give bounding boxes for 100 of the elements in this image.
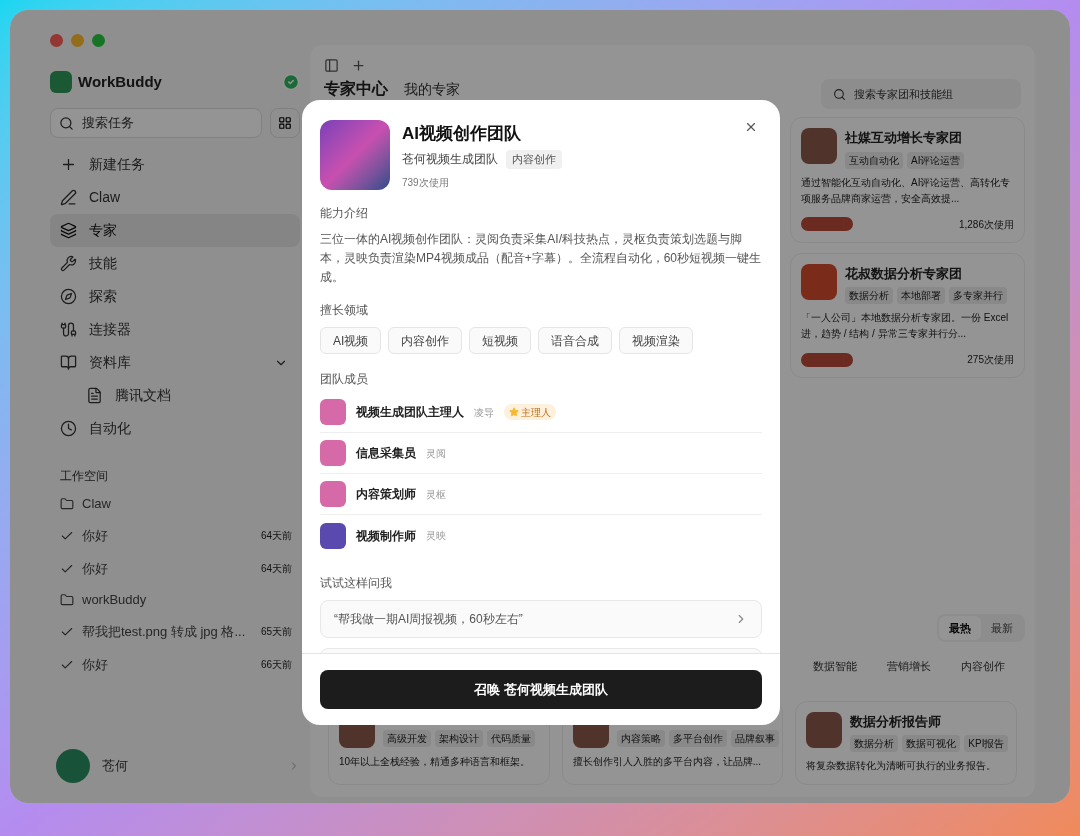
member-alias: 灵映 (426, 529, 446, 543)
member-avatar (320, 481, 346, 507)
tag: 架构设计 (435, 729, 483, 747)
tag: 高级开发 (383, 729, 431, 747)
user-name: 苍何 (102, 757, 129, 776)
domain-tag: 语音合成 (538, 327, 613, 354)
task-item[interactable]: 你好 64天前 (50, 519, 300, 552)
domain-tag: 视频渲染 (619, 327, 694, 354)
expert-title: 花叔数据分析专家团 (845, 264, 963, 283)
expert-description: 将复杂数据转化为清晰可执行的业务报告。 (806, 759, 998, 773)
nav-item[interactable]: 资料库 (50, 346, 300, 379)
page-title: 专家中心 (324, 79, 388, 99)
tag: 本地部署 (897, 287, 945, 304)
expert-description: 10年以上全栈经验，精通多种语言和框架。 (339, 754, 532, 769)
star-icon (509, 407, 519, 417)
search-icon (59, 115, 74, 131)
domain-tag: AI视频 (320, 327, 382, 354)
nav-item[interactable]: 新建任务 (50, 148, 300, 181)
plus-icon (60, 156, 77, 173)
sort-tab[interactable]: 最新 (981, 616, 1023, 640)
expert-card[interactable]: 社媒互动增长专家团 互动自动化 AI评论运营 通过智能化互动自动化、AI评论运营、高转化专项服务品牌商家运营，安全高效提... 1,286次使用 (790, 117, 1025, 243)
user-avatar (56, 749, 90, 783)
task-item[interactable]: 你好 64天前 (50, 552, 300, 585)
compass-icon (60, 288, 77, 305)
nav-item[interactable]: 自动化 (50, 412, 300, 445)
tag: 数据可视化 (902, 735, 961, 752)
category-tab[interactable]: 营销增长 (887, 658, 931, 675)
expert-title: 社媒互动增长专家团 (845, 129, 963, 147)
tag: 互动自动化 (845, 151, 903, 169)
tag: 数据分析 (850, 735, 899, 752)
domain-tag: 短视频 (469, 327, 532, 354)
tag: 多专家并行 (949, 287, 1007, 304)
member-alias: 凌导 (474, 405, 494, 420)
folder-icon (60, 593, 74, 607)
category-tab[interactable]: 内容创作 (961, 658, 1005, 675)
clock-icon (60, 420, 77, 437)
member-avatar (320, 440, 346, 466)
expert-description: 通过智能化互动自动化、AI评论运营、高转化专项服务品牌商家运营，安全高效提... (801, 175, 1012, 206)
my-experts-tab[interactable]: 我的专家 (404, 79, 460, 99)
pen-icon (60, 189, 77, 206)
task-time: 66天前 (260, 658, 292, 672)
grid-icon (278, 116, 292, 130)
team-description: 三位一体的AI视频创作团队：灵阅负责采集AI/科技热点，灵枢负责策划选题与脚本，灵映负责渲染MP4视频成品（配音+字幕）。全流程自动化，60秒短视频一键生成。 (320, 231, 762, 286)
nav-item[interactable]: 腾讯文档 (50, 379, 300, 412)
summon-team-button[interactable]: 召唤 苍何视频生成团队 (320, 670, 762, 709)
nav-item[interactable]: 探索 (50, 280, 300, 313)
member-alias: 灵阅 (426, 446, 446, 461)
tag: 品牌叙事 (730, 729, 779, 747)
close-window-button[interactable] (50, 33, 63, 47)
expert-description: 擅长创作引人入胜的多平台内容，让品牌... (572, 754, 762, 769)
team-title: AI视频创作团队 (402, 123, 522, 145)
search-icon (833, 87, 846, 101)
section-heading: 团队成员 (320, 371, 369, 388)
search-field[interactable]: 搜索专家团和技能组 (821, 79, 1021, 109)
expert-description: 「一人公司」本地数据分析专家团。一份 Excel 进，趋势 / 结构 / 异常三专家并行分... (801, 311, 1010, 341)
member-avatar (320, 522, 346, 549)
close-icon[interactable] (744, 120, 758, 134)
usage-count: 275次使用 (967, 353, 1014, 367)
section-heading: 擅长领域 (320, 302, 369, 319)
sort-tab[interactable]: 最热 (939, 616, 981, 640)
document-icon (86, 387, 103, 404)
section-heading: 试试这样问我 (320, 575, 393, 592)
layers-icon (60, 222, 77, 239)
tag: 数据分析 (845, 287, 893, 304)
section-heading: 能力介绍 (320, 205, 369, 222)
tag: 内容策略 (616, 729, 665, 747)
nav-item[interactable]: 技能 (50, 247, 300, 280)
tag: 代码质量 (487, 729, 535, 747)
tag: 多平台创作 (668, 729, 727, 747)
tag: AI评论运营 (907, 151, 965, 169)
expert-card[interactable]: 花叔数据分析专家团 数据分析 本地部署 多专家并行 「一人公司」本地数据分析专家团。一份 Excel 进，趋势 / 结构 / 异常三专家并行分... 275次使用 (790, 252, 1025, 378)
prompt-suggestion[interactable]: “帮我做一期AI周报视频，60秒左右” (320, 600, 762, 638)
section-heading: 工作空间 (59, 468, 109, 485)
grid-view-button[interactable] (270, 108, 300, 138)
wrench-icon (60, 255, 77, 272)
member-name: 视频制作师 (356, 527, 416, 545)
tag: KPI报告 (964, 735, 1009, 752)
nav-item[interactable]: 专家 (50, 214, 300, 247)
member-avatar (320, 399, 346, 425)
search-field[interactable]: 搜索任务 (50, 108, 262, 138)
category-tab[interactable]: 数据智能 (813, 658, 857, 675)
member-alias: 灵枢 (426, 487, 446, 502)
plus-icon[interactable] (351, 57, 366, 73)
task-item[interactable]: 帮我把test.png 转成 jpg 格... 65天前 (50, 615, 300, 648)
usage-count: 1,286次使用 (958, 217, 1014, 232)
team-owner: 苍何视频生成团队 (402, 151, 498, 169)
usage-count: 739次使用 (402, 175, 450, 190)
team-cover-illustration (320, 120, 390, 190)
app-name: WorkBuddy (78, 71, 162, 92)
folder-item[interactable]: workBuddy (50, 585, 300, 615)
nav-item[interactable]: Claw (50, 181, 300, 214)
lead-badge: 主理人 (504, 404, 556, 420)
folder-item[interactable]: Claw (50, 489, 300, 519)
member-name: 信息采集员 (356, 445, 416, 462)
sidebar-toggle-icon[interactable] (324, 57, 339, 73)
expert-avatar (801, 128, 837, 164)
member-name: 内容策划师 (356, 486, 416, 503)
nav-item[interactable]: 连接器 (50, 313, 300, 346)
task-item[interactable]: 你好 66天前 (50, 648, 300, 681)
expert-card[interactable]: 数据分析报告师 数据分析 数据可视化 KPI报告 将复杂数据转化为清晰可执行的业务报告。 (795, 700, 1017, 785)
